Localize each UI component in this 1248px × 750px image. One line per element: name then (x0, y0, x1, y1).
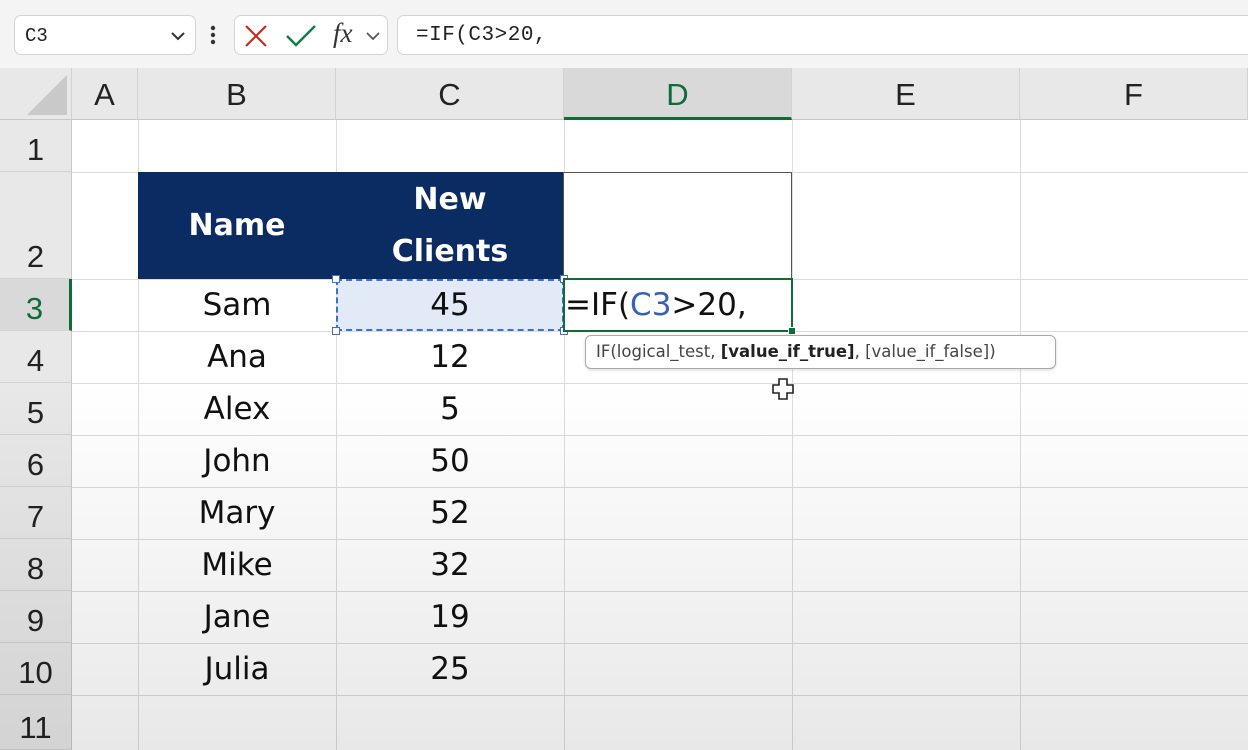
row-header-label: 2 (26, 239, 45, 274)
row-header-9[interactable]: 9 (0, 591, 72, 643)
header-clients-line1: New (413, 181, 487, 217)
header-name-cell[interactable]: Name (138, 172, 336, 279)
cell-clients[interactable]: 25 (336, 643, 564, 695)
row-header-label: 3 (25, 291, 44, 326)
cell-clients[interactable]: 12 (336, 331, 564, 383)
cell-name[interactable]: Mike (138, 539, 336, 591)
select-all-triangle-icon (27, 75, 67, 115)
cell-clients[interactable]: 52 (336, 487, 564, 539)
row-header-label: 6 (26, 447, 45, 482)
name-box[interactable]: C3 (14, 15, 196, 55)
row-header-3[interactable]: 3 (0, 279, 72, 331)
row-header-7[interactable]: 7 (0, 487, 72, 539)
spreadsheet-grid: A B C D E F 1 2 3 4 5 6 7 8 9 10 11 Name… (0, 68, 1248, 750)
select-all-button[interactable] (0, 68, 72, 120)
header-clients-line2: Clients (391, 233, 509, 269)
formula-input[interactable]: =IF(C3>20, (397, 15, 1248, 55)
row-header-6[interactable]: 6 (0, 435, 72, 487)
row-header-11[interactable]: 11 (0, 695, 72, 750)
row-header-label: 7 (26, 499, 45, 534)
row-header-label: 9 (26, 603, 45, 638)
row-header-label: 11 (19, 710, 52, 745)
enter-check-icon[interactable] (285, 23, 317, 49)
row-header-label: 10 (18, 655, 53, 690)
row-header-10[interactable]: 10 (0, 643, 72, 695)
header-name-label: Name (188, 207, 286, 243)
row-header-5[interactable]: 5 (0, 383, 72, 435)
cell-clients[interactable]: 19 (336, 591, 564, 643)
header-clients-cell[interactable]: New Clients (336, 172, 564, 279)
function-argument-tooltip: IF(logical_test, [value_if_true], [value… (585, 335, 1056, 369)
row-header-label: 5 (26, 395, 45, 430)
formula-bar: C3 fx =IF(C3>20, (0, 0, 1248, 68)
cell-name[interactable]: Ana (138, 331, 336, 383)
column-header-b[interactable]: B (138, 68, 336, 120)
cell-clients[interactable]: 5 (336, 383, 564, 435)
row-header-label: 8 (26, 551, 45, 586)
cell-name[interactable]: John (138, 435, 336, 487)
column-header-d[interactable]: D (564, 68, 792, 120)
cell-name[interactable]: Alex (138, 383, 336, 435)
tooltip-pre: IF(logical_test, (596, 342, 721, 361)
chevron-down-icon[interactable] (365, 28, 381, 44)
row-header-1[interactable]: 1 (0, 120, 72, 172)
column-header-a[interactable]: A (72, 68, 138, 120)
cell-clients[interactable]: 50 (336, 435, 564, 487)
more-options-icon[interactable] (206, 20, 220, 50)
cell-clients[interactable]: 45 (336, 279, 564, 331)
column-header-c[interactable]: C (336, 68, 564, 120)
formula-suffix: >20, (671, 287, 747, 323)
row-header-4[interactable]: 4 (0, 331, 72, 383)
cell-name[interactable]: Julia (138, 643, 336, 695)
cell-clients[interactable]: 32 (336, 539, 564, 591)
cell-d2[interactable] (563, 172, 792, 279)
column-header-f[interactable]: F (1020, 68, 1248, 120)
cell-name[interactable]: Jane (138, 591, 336, 643)
chevron-down-icon[interactable] (169, 27, 187, 45)
formula-reference: C3 (630, 287, 672, 323)
row-header-8[interactable]: 8 (0, 539, 72, 591)
formula-actions: fx (234, 15, 388, 55)
fill-handle[interactable] (788, 327, 796, 335)
row-header-2[interactable]: 2 (0, 172, 72, 279)
cancel-icon[interactable] (243, 24, 269, 48)
row-header-label: 4 (26, 343, 45, 378)
tooltip-post: , [value_if_false]) (854, 342, 996, 361)
tooltip-current-arg[interactable]: [value_if_true] (721, 342, 855, 361)
name-box-value: C3 (25, 25, 48, 47)
cell-name[interactable]: Sam (138, 279, 336, 331)
insert-function-icon[interactable]: fx (333, 18, 353, 49)
cell-edit-formula[interactable]: =IF(C3>20, (565, 280, 747, 330)
row-header-label: 1 (26, 132, 45, 167)
formula-prefix: =IF( (565, 287, 631, 323)
gridline (72, 695, 1248, 696)
cell-name[interactable]: Mary (138, 487, 336, 539)
formula-text: =IF(C3>20, (416, 24, 548, 47)
column-header-e[interactable]: E (792, 68, 1020, 120)
cell-cursor-icon (772, 378, 794, 400)
